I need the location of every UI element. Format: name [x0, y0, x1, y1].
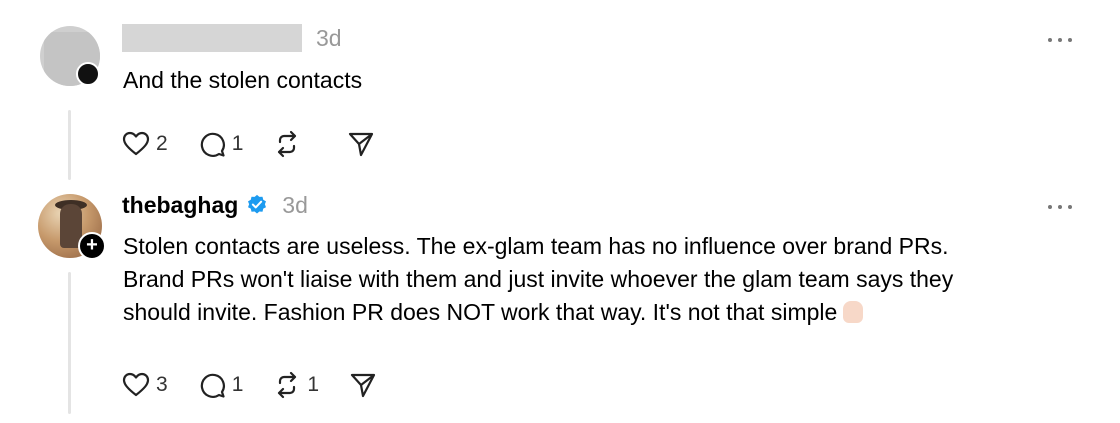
- post-text: Stolen contacts are useless. The ex-glam…: [123, 230, 1093, 329]
- post-header: thebaghag 3d: [122, 190, 308, 220]
- thread-line: [68, 110, 71, 180]
- timestamp[interactable]: 3d: [316, 25, 342, 52]
- like-button[interactable]: 2: [122, 127, 168, 161]
- share-button[interactable]: [349, 368, 377, 402]
- repost-icon: [278, 130, 297, 158]
- heart-icon: [122, 131, 150, 156]
- repost-count: 1: [307, 373, 320, 396]
- reply-count: 1: [231, 373, 244, 396]
- repost-button[interactable]: 1: [273, 368, 319, 402]
- post-text-line: Stolen contacts are useless. The ex-glam…: [123, 233, 949, 259]
- share-button[interactable]: [347, 127, 375, 161]
- redacted-username: [122, 24, 302, 52]
- victory-hand-emoji-icon: [843, 301, 864, 323]
- timestamp[interactable]: 3d: [282, 192, 308, 219]
- comment-icon: [200, 132, 225, 157]
- post-text-line: should invite. Fashion PR does NOT work …: [123, 299, 838, 325]
- follow-plus-icon[interactable]: +: [78, 232, 106, 260]
- like-count: 3: [156, 373, 168, 396]
- thread-line: [68, 272, 71, 414]
- action-bar: 3 1 1: [122, 368, 407, 402]
- action-bar: 2 1: [122, 127, 405, 161]
- username[interactable]: thebaghag: [122, 192, 238, 219]
- reply-count: 1: [231, 132, 244, 155]
- share-icon: [349, 132, 374, 157]
- post-text-line: Brand PRs won't liaise with them and jus…: [123, 266, 954, 292]
- reply-post-1: 3d And the stolen contacts 2 1: [0, 0, 1120, 180]
- more-icon[interactable]: [1046, 35, 1074, 45]
- verified-badge-icon: [248, 194, 267, 214]
- heart-icon: [122, 372, 150, 397]
- repost-icon: [278, 371, 297, 399]
- comment-icon: [200, 373, 225, 398]
- avatar[interactable]: +: [38, 194, 106, 260]
- reply-post-2: + thebaghag 3d Stolen contacts are usele…: [0, 180, 1120, 423]
- share-icon: [350, 373, 376, 398]
- reply-button[interactable]: 1: [198, 127, 244, 161]
- follow-badge[interactable]: [76, 62, 100, 86]
- more-icon[interactable]: [1046, 202, 1074, 212]
- like-button[interactable]: 3: [122, 368, 168, 402]
- post-text-line-last: should invite. Fashion PR does NOT work …: [123, 296, 1093, 329]
- post-header: 3d: [122, 23, 342, 53]
- avatar[interactable]: [38, 26, 102, 90]
- repost-button[interactable]: [273, 127, 317, 161]
- like-count: 2: [156, 132, 168, 155]
- reply-button[interactable]: 1: [198, 368, 244, 402]
- post-text: And the stolen contacts: [123, 67, 363, 93]
